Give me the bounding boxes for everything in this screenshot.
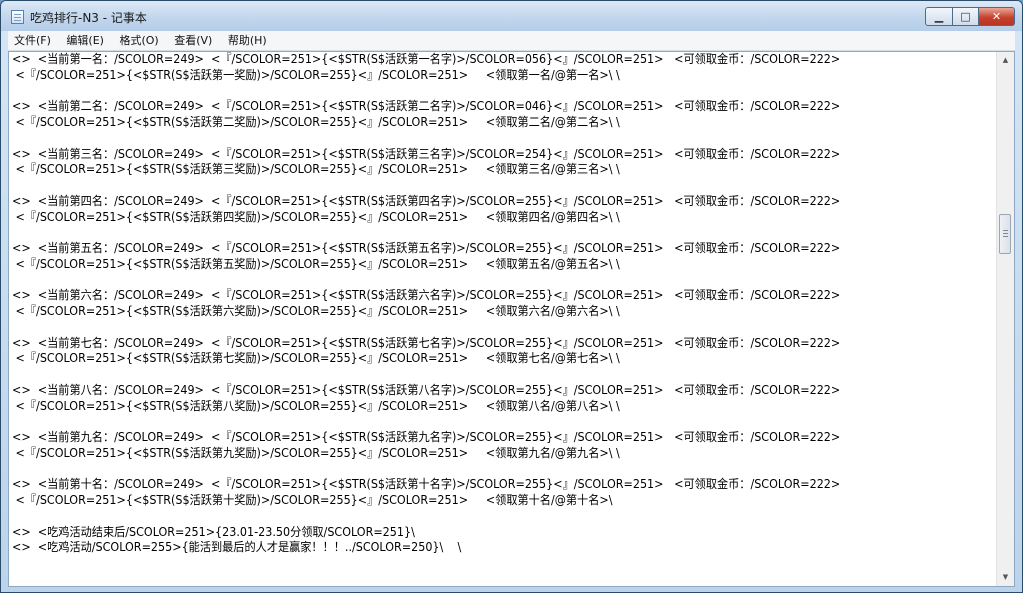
text-line: <『/SCOLOR=251>{<$STR(S$活跃第七奖励)>/SCOLOR=2… [12,351,620,366]
text-line [12,367,927,383]
text-line [12,131,927,147]
text-line: <> <当前第三名：/SCOLOR=249> <『/SCOLOR=251>{<$… [12,146,841,161]
text-line: <> <吃鸡活动结束后/SCOLOR=251>{23.01-23.50分领取/S… [12,524,415,539]
text-line: <> <当前第五名：/SCOLOR=249> <『/SCOLOR=251>{<$… [12,241,841,255]
text-line [12,320,927,336]
text-line: <『/SCOLOR=251>{<$STR(S$活跃第一奖励)>/SCOLOR=2… [12,67,620,82]
menu-edit[interactable]: 编辑(E) [60,31,110,50]
menu-bar: 文件(F) 编辑(E) 格式(O) 查看(V) 帮助(H) [8,31,1015,51]
text-line: <『/SCOLOR=251>{<$STR(S$活跃第八奖励)>/SCOLOR=2… [12,398,620,413]
text-line: <『/SCOLOR=251>{<$STR(S$活跃第九奖励)>/SCOLOR=2… [12,445,620,460]
text-line: <> <当前第九名：/SCOLOR=249> <『/SCOLOR=251>{<$… [12,430,841,444]
notepad-window: 吃鸡排行-N3 - 记事本 ▁ □ ✕ 文件(F) 编辑(E) 格式(O) 查看… [0,0,1023,593]
close-button[interactable]: ✕ [978,7,1015,26]
text-line: <『/SCOLOR=251>{<$STR(S$活跃第四奖励)>/SCOLOR=2… [12,209,620,224]
text-line: <『/SCOLOR=251>{<$STR(S$活跃第五奖励)>/SCOLOR=2… [12,256,620,271]
text-content[interactable]: <> <当前第一名：/SCOLOR=249> <『/SCOLOR=251>{<$… [12,52,996,586]
grip-icon [1003,230,1008,231]
text-line [12,414,927,430]
scroll-thumb[interactable] [999,214,1011,254]
window-title: 吃鸡排行-N3 - 记事本 [30,11,147,25]
scroll-up-button[interactable]: ▲ [997,52,1014,69]
text-line: <> <当前第一名：/SCOLOR=249> <『/SCOLOR=251>{<$… [12,52,841,66]
menu-file[interactable]: 文件(F) [8,31,57,50]
text-line: <『/SCOLOR=251>{<$STR(S$活跃第二奖励)>/SCOLOR=2… [12,115,620,129]
text-line: <> <当前第四名：/SCOLOR=249> <『/SCOLOR=251>{<$… [12,193,841,208]
menu-format[interactable]: 格式(O) [113,31,164,50]
menu-view[interactable]: 查看(V) [168,31,218,50]
text-line: <『/SCOLOR=251>{<$STR(S$活跃第十奖励)>/SCOLOR=2… [12,493,613,507]
text-line [12,84,927,100]
title-bar[interactable]: 吃鸡排行-N3 - 记事本 ▁ □ ✕ [1,1,1022,31]
text-editor[interactable]: <> <当前第一名：/SCOLOR=249> <『/SCOLOR=251>{<$… [8,51,1015,587]
vertical-scrollbar[interactable]: ▲ ▼ [996,52,1014,586]
text-line [12,273,927,289]
text-line: <> <当前第十名：/SCOLOR=249> <『/SCOLOR=251>{<$… [12,477,841,492]
text-line: <> <当前第六名：/SCOLOR=249> <『/SCOLOR=251>{<$… [12,288,841,303]
text-line [12,462,927,478]
notepad-icon [11,10,24,24]
menu-help[interactable]: 帮助(H) [222,31,273,50]
scroll-down-button[interactable]: ▼ [997,569,1014,586]
text-line [12,225,927,241]
text-line: <> <当前第七名：/SCOLOR=249> <『/SCOLOR=251>{<$… [12,335,841,350]
text-line [12,509,927,525]
text-line: <『/SCOLOR=251>{<$STR(S$活跃第三奖励)>/SCOLOR=2… [12,162,620,177]
text-line [12,178,927,194]
text-line: <> <当前第二名：/SCOLOR=249> <『/SCOLOR=251>{<$… [12,99,841,114]
text-line: <『/SCOLOR=251>{<$STR(S$活跃第六奖励)>/SCOLOR=2… [12,304,620,318]
minimize-button[interactable]: ▁ [925,7,953,26]
maximize-button[interactable]: □ [952,7,979,26]
text-line: <> <当前第八名：/SCOLOR=249> <『/SCOLOR=251>{<$… [12,382,841,397]
text-line: <> <吃鸡活动/SCOLOR=255>{能活到最后的人才是赢家！！！../SC… [12,540,462,555]
